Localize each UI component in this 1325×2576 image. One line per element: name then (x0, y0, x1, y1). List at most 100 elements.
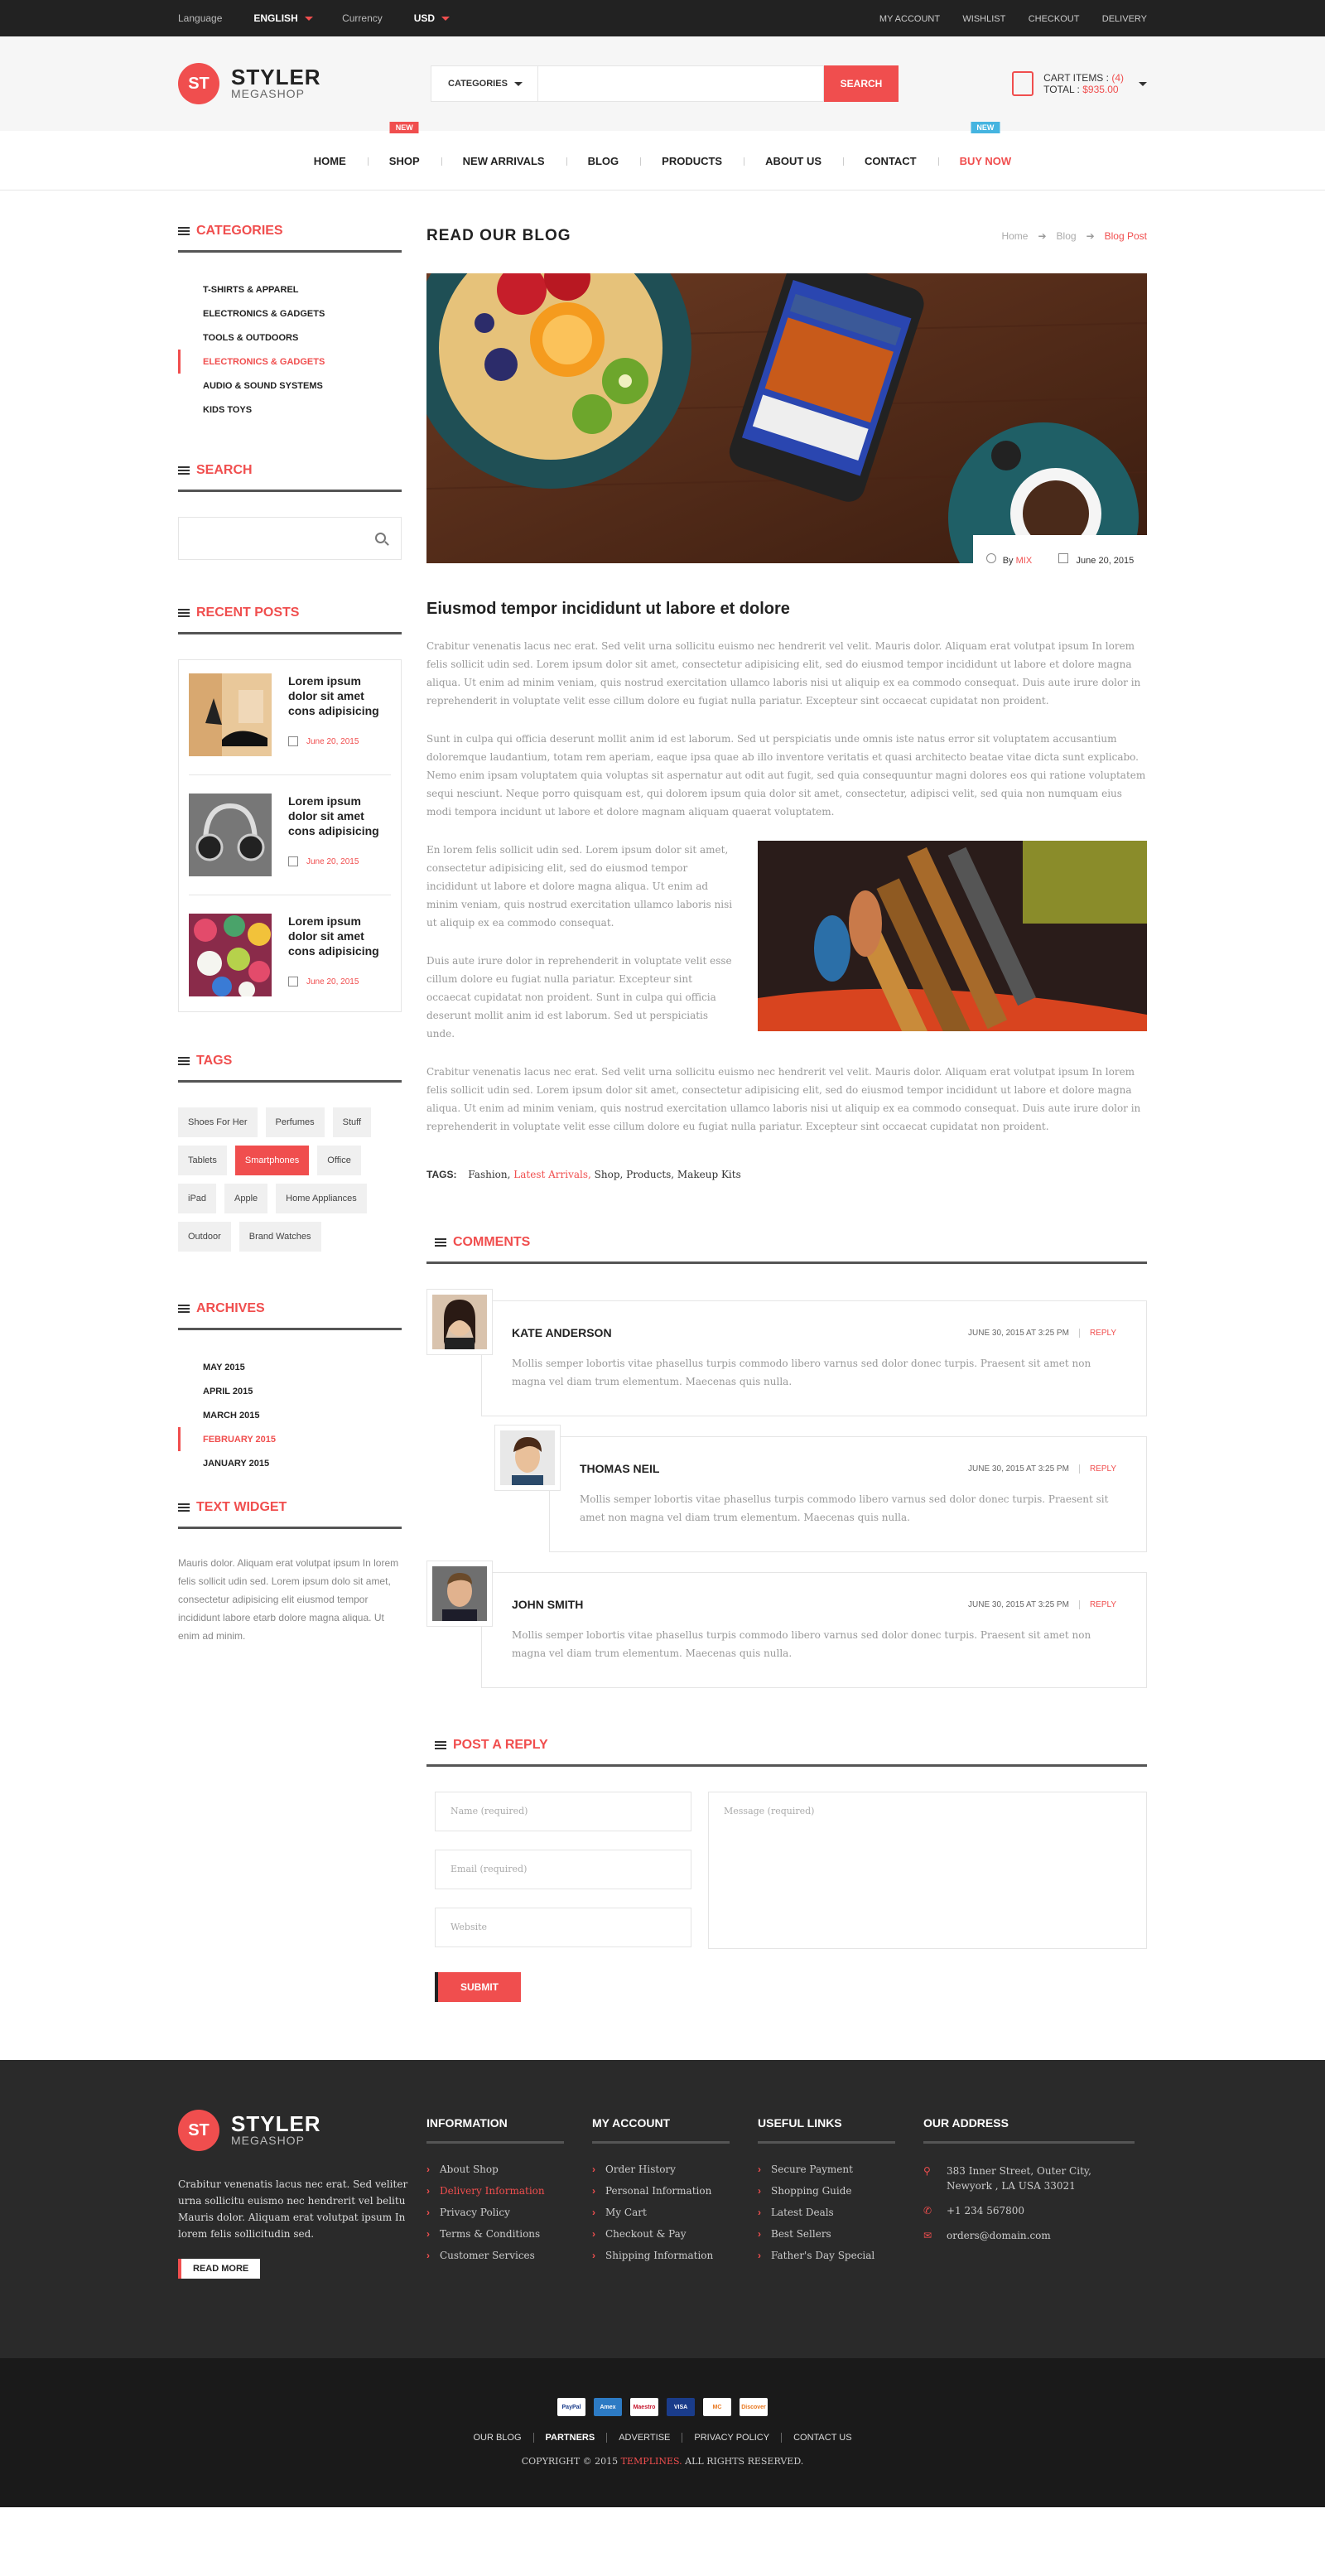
cart-summary[interactable]: CART ITEMS : (4) TOTAL : $935.00 (1012, 71, 1147, 96)
delivery-link[interactable]: DELIVERY (1102, 14, 1147, 24)
nav-contact[interactable]: CONTACT (843, 155, 938, 167)
tag[interactable]: Office (317, 1146, 361, 1175)
post-thumbnail[interactable] (189, 673, 272, 756)
avatar (494, 1425, 561, 1491)
footer-link[interactable]: Checkout & Pay (592, 2228, 758, 2240)
post-paragraph: En lorem felis sollicit udin sed. Lorem … (426, 844, 733, 929)
category-item[interactable]: KIDS TOYS (178, 398, 402, 422)
tag[interactable]: Perfumes (265, 1107, 325, 1137)
tag[interactable]: Home Appliances (276, 1184, 367, 1213)
category-item[interactable]: TOOLS & OUTDOORS (178, 326, 402, 350)
nav-about-us[interactable]: ABOUT US (744, 155, 843, 167)
calendar-icon (288, 856, 298, 866)
footer-link[interactable]: About Shop (426, 2164, 592, 2175)
category-item[interactable]: ELECTRONICS & GADGETS (178, 301, 402, 326)
meta-date: June 20, 2015 (1076, 556, 1135, 566)
tag[interactable]: Outdoor (178, 1222, 231, 1252)
copyright-brand[interactable]: TEMPLINES. (621, 2456, 682, 2467)
submit-button[interactable]: SUBMIT (435, 1972, 521, 2002)
reply-link[interactable]: REPLY (1078, 1464, 1116, 1474)
footer-link[interactable]: Personal Information (592, 2185, 758, 2197)
footer-link[interactable]: Father's Day Special (758, 2250, 923, 2261)
logo[interactable]: ST STYLER MEGASHOP (178, 63, 426, 104)
search-input[interactable] (538, 65, 824, 102)
recent-post[interactable]: Lorem ipsum dolor sit amet cons adipisic… (189, 909, 391, 1003)
sidebar-search-input[interactable] (178, 517, 402, 560)
search-button[interactable]: SEARCH (824, 65, 899, 102)
message-field[interactable]: Message (required) (708, 1792, 1147, 1949)
nav-products[interactable]: PRODUCTS (640, 155, 744, 167)
recent-post[interactable]: Lorem ipsum dolor sit amet cons adipisic… (189, 668, 391, 775)
footer-link[interactable]: Secure Payment (758, 2164, 923, 2175)
search-category-select[interactable]: CATEGORIES (431, 65, 538, 102)
search-icon[interactable] (375, 533, 386, 543)
tag[interactable]: Tablets (178, 1146, 227, 1175)
reply-link[interactable]: REPLY (1078, 1599, 1116, 1609)
post-paragraph: Sunt in culpa qui officia deserunt molli… (426, 733, 1146, 818)
footer-link[interactable]: Best Sellers (758, 2228, 923, 2240)
post-thumbnail[interactable] (189, 794, 272, 876)
category-item[interactable]: AUDIO & SOUND SYSTEMS (178, 374, 402, 398)
name-field[interactable]: Name (required) (435, 1792, 691, 1831)
language-selector[interactable]: Language ENGLISH (178, 12, 313, 24)
bottom-link[interactable]: OUR BLOG (461, 2433, 532, 2443)
wishlist-link[interactable]: WISHLIST (962, 14, 1005, 24)
reply-link[interactable]: REPLY (1078, 1328, 1116, 1338)
post-title: Eiusmod tempor incididunt ut labore et d… (426, 600, 790, 618)
cart-count: (4) (1111, 72, 1124, 84)
footer-link[interactable]: My Cart (592, 2207, 758, 2218)
breadcrumb-blog[interactable]: Blog (1057, 230, 1077, 242)
breadcrumb-home[interactable]: Home (1001, 230, 1028, 242)
post-title[interactable]: Lorem ipsum dolor sit amet cons adipisic… (288, 673, 388, 718)
currency-selector[interactable]: Currency USD (342, 12, 450, 24)
post-title[interactable]: Lorem ipsum dolor sit amet cons adipisic… (288, 794, 388, 838)
email-field[interactable]: Email (required) (435, 1850, 691, 1889)
category-item[interactable]: T-SHIRTS & APPAREL (178, 277, 402, 301)
nav-buy-now[interactable]: NEW BUY NOW (937, 121, 1034, 167)
tag-active[interactable]: Smartphones (234, 1146, 310, 1175)
website-field[interactable]: Website (435, 1908, 691, 1947)
menu-icon (178, 466, 190, 475)
footer-email[interactable]: orders@domain.com (947, 2228, 1051, 2243)
footer-link[interactable]: Shopping Guide (758, 2185, 923, 2197)
nav-new-arrivals[interactable]: NEW ARRIVALS (441, 155, 566, 167)
footer-logo[interactable]: ST STYLER MEGASHOP (178, 2110, 426, 2151)
footer-link[interactable]: Shipping Information (592, 2250, 758, 2261)
my-account-link[interactable]: MY ACCOUNT (879, 14, 940, 24)
post-tag-link[interactable]: Fashion, (468, 1169, 510, 1180)
tag[interactable]: Shoes For Her (178, 1107, 258, 1137)
nav-blog[interactable]: BLOG (566, 155, 641, 167)
bottom-link[interactable]: PARTNERS (532, 2433, 607, 2443)
checkout-link[interactable]: CHECKOUT (1029, 14, 1080, 24)
meta-author[interactable]: MIX (1016, 556, 1033, 566)
tag[interactable]: Stuff (332, 1107, 372, 1137)
recent-post[interactable]: Lorem ipsum dolor sit amet cons adipisic… (189, 789, 391, 895)
tag[interactable]: iPad (178, 1184, 217, 1213)
calendar-icon (288, 736, 298, 746)
archive-item[interactable]: JANUARY 2015 (178, 1451, 402, 1475)
nav-home[interactable]: HOME (292, 155, 368, 167)
tag[interactable]: Brand Watches (238, 1222, 321, 1252)
post-tag-link[interactable]: Shop, Products, Makeup Kits (595, 1169, 741, 1180)
tag[interactable]: Apple (224, 1184, 268, 1213)
archive-item[interactable]: MAY 2015 (178, 1355, 402, 1379)
footer-link[interactable]: Customer Services (426, 2250, 592, 2261)
archive-item-active[interactable]: FEBRUARY 2015 (178, 1427, 402, 1451)
bottom-link[interactable]: PRIVACY POLICY (682, 2433, 782, 2443)
footer-link[interactable]: Terms & Conditions (426, 2228, 592, 2240)
read-more-button[interactable]: READ MORE (178, 2259, 261, 2279)
post-thumbnail[interactable] (189, 914, 272, 998)
bottom-link[interactable]: ADVERTISE (606, 2433, 682, 2443)
footer-link[interactable]: Order History (592, 2164, 758, 2175)
footer-link[interactable]: Latest Deals (758, 2207, 923, 2218)
footer-link[interactable]: Delivery Information (426, 2185, 592, 2197)
footer-link[interactable]: Privacy Policy (426, 2207, 592, 2218)
buttons-image (189, 914, 272, 998)
archive-item[interactable]: APRIL 2015 (178, 1379, 402, 1403)
archive-item[interactable]: MARCH 2015 (178, 1403, 402, 1427)
post-title[interactable]: Lorem ipsum dolor sit amet cons adipisic… (288, 914, 388, 958)
category-item-active[interactable]: ELECTRONICS & GADGETS (178, 350, 402, 374)
bottom-link[interactable]: CONTACT US (781, 2433, 864, 2443)
post-tag-link[interactable]: Latest Arrivals, (513, 1169, 591, 1180)
nav-shop[interactable]: NEW SHOP (367, 121, 441, 167)
